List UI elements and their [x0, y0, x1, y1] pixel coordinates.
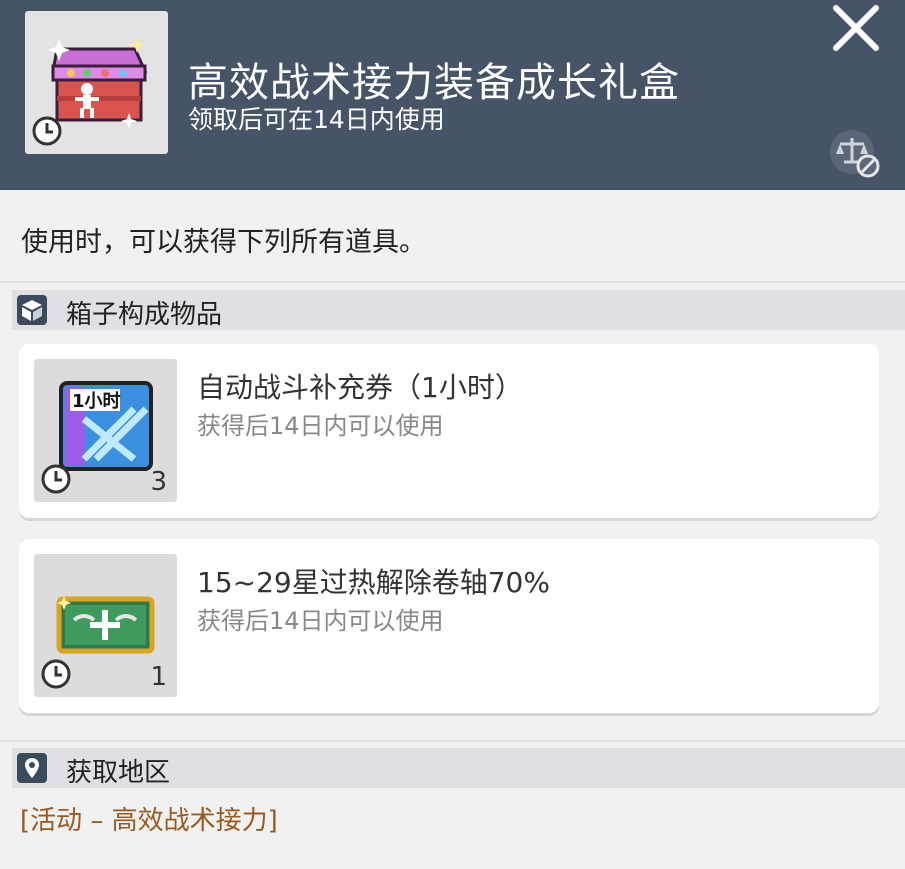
location-pin-icon	[17, 753, 47, 783]
description-text: 使用时，可以获得下列所有道具。	[21, 227, 426, 258]
item-quantity: 3	[150, 467, 167, 497]
item-name: 15~29星过热解除卷轴70%	[197, 566, 550, 599]
scroll-icon: 1	[34, 554, 177, 697]
section-title: 获取地区	[66, 758, 171, 788]
item-name: 自动战斗补充券（1小时）	[197, 371, 523, 404]
item-subtitle: 获得后14日内可以使用	[197, 412, 444, 440]
divider	[0, 740, 905, 742]
gift-box-icon	[25, 11, 168, 154]
item-quantity: 1	[150, 662, 167, 692]
scale-icon[interactable]	[828, 128, 882, 180]
svg-text:1小时: 1小时	[72, 391, 121, 412]
divider	[0, 281, 905, 283]
section-title: 箱子构成物品	[66, 300, 223, 330]
auto-battle-ticket-icon: 1小时 3	[34, 359, 177, 502]
close-icon[interactable]	[826, 0, 886, 60]
list-item[interactable]: 1 15~29星过热解除卷轴70% 获得后14日内可以使用	[19, 539, 879, 713]
list-item[interactable]: 1小时 3 自动战斗补充券（1小时） 获得后14日内可以使用	[19, 344, 879, 518]
box-icon	[17, 295, 47, 325]
contents-section-header: 箱子构成物品	[12, 290, 905, 330]
item-subtitle: 获得后14日内可以使用	[197, 607, 444, 635]
source-section-header: 获取地区	[12, 748, 905, 788]
item-subtitle: 领取后可在14日内使用	[188, 105, 445, 134]
source-link[interactable]: [活动 – 高效战术接力]	[20, 800, 278, 837]
header: 高效战术接力装备成长礼盒 领取后可在14日内使用	[0, 0, 905, 190]
